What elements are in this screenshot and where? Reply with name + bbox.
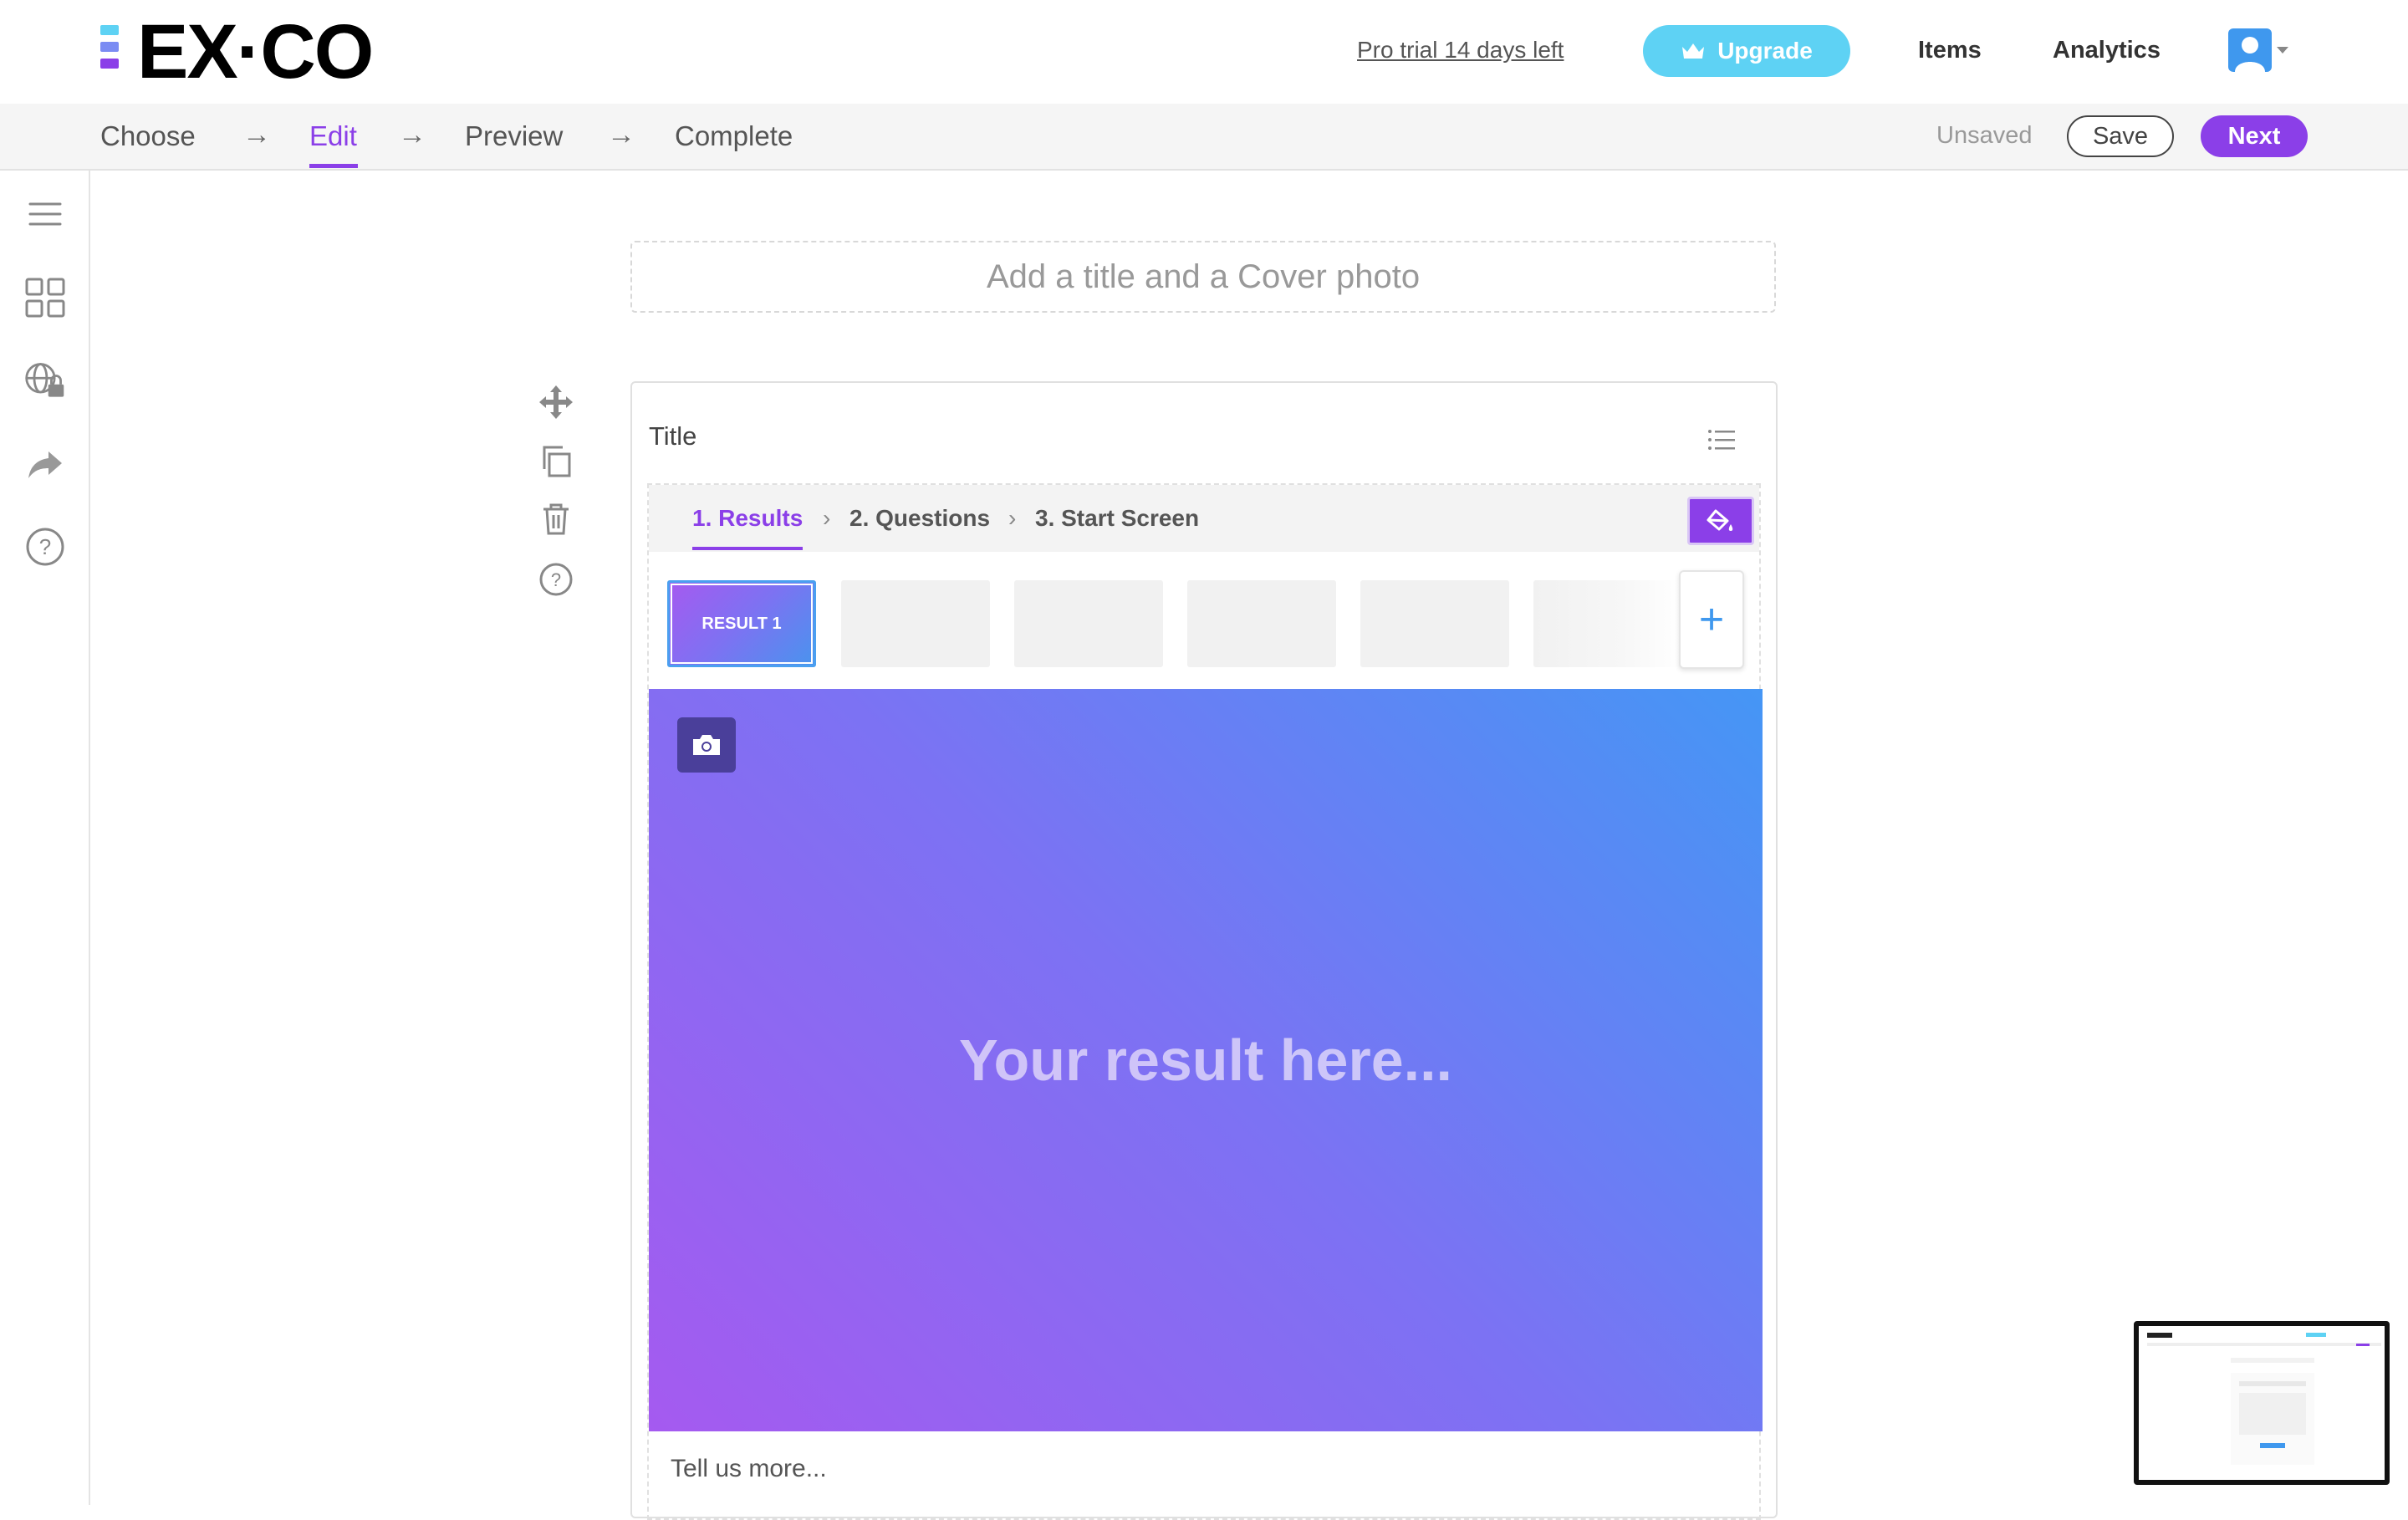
trash-icon[interactable] — [535, 498, 577, 540]
step-edit[interactable]: Edit — [309, 120, 357, 152]
tab-questions[interactable]: 2. Questions — [849, 505, 990, 532]
result-title-placeholder[interactable]: Your result here... — [649, 689, 1763, 1431]
result-thumbnail-empty — [1360, 580, 1509, 667]
save-button[interactable]: Save — [2067, 115, 2174, 157]
page-minimap[interactable] — [2134, 1321, 2390, 1485]
result-cover: Your result here... — [649, 689, 1763, 1431]
logo-mark — [100, 22, 134, 82]
exco-logo[interactable]: EX·CO — [100, 9, 374, 94]
left-sidebar: ? — [0, 171, 90, 1505]
chevron-right-icon: › — [1008, 505, 1017, 531]
nav-analytics[interactable]: Analytics — [2053, 37, 2161, 64]
list-icon[interactable] — [1707, 428, 1736, 451]
tab-start-screen[interactable]: 3. Start Screen — [1035, 505, 1199, 532]
result-thumbnail-empty — [1533, 580, 1682, 667]
card-title[interactable]: Title — [649, 421, 696, 451]
upgrade-label: Upgrade — [1717, 38, 1813, 64]
trial-link[interactable]: Pro trial 14 days left — [1357, 37, 1564, 64]
svg-text:?: ? — [551, 569, 561, 590]
chevron-down-icon — [2277, 47, 2288, 54]
step-arrow: → — [607, 119, 635, 150]
steps-bar: Choose → Edit → Preview → Complete Unsav… — [0, 104, 2408, 171]
step-arrow: → — [398, 119, 426, 150]
cover-placeholder[interactable]: Add a title and a Cover photo — [630, 241, 1776, 313]
result-thumbnail-empty — [841, 580, 990, 667]
result-thumbnail-empty — [1187, 580, 1336, 667]
camera-button[interactable] — [677, 717, 736, 773]
step-complete[interactable]: Complete — [675, 120, 793, 152]
step-active-indicator — [309, 164, 358, 168]
paint-bucket-icon — [1707, 509, 1733, 531]
editor-tabs: 1. Results › 2. Questions › 3. Start Scr… — [649, 485, 1759, 552]
step-choose[interactable]: Choose — [100, 120, 196, 152]
save-status: Unsaved — [1936, 122, 2033, 149]
user-icon — [2235, 37, 2265, 72]
svg-text:?: ? — [39, 534, 51, 559]
paint-bucket-button[interactable] — [1687, 497, 1754, 545]
chevron-right-icon: › — [823, 505, 831, 531]
nav-items[interactable]: Items — [1918, 37, 1982, 64]
duplicate-icon[interactable] — [535, 440, 577, 482]
tab-results[interactable]: 1. Results — [692, 505, 803, 532]
avatar — [2228, 28, 2272, 72]
crown-icon — [1682, 43, 1705, 59]
quiz-editor: 1. Results › 2. Questions › 3. Start Scr… — [647, 483, 1763, 1520]
result-thumbnail-empty — [1014, 580, 1163, 667]
quiz-card: Title 1. Results › 2. Questions › 3. Sta… — [630, 381, 1778, 1520]
result-description-input[interactable]: Tell us more... — [671, 1455, 827, 1483]
upgrade-button[interactable]: Upgrade — [1643, 25, 1850, 77]
camera-icon — [693, 735, 720, 755]
tab-active-indicator — [692, 547, 803, 550]
grid-icon[interactable] — [23, 276, 67, 319]
share-icon[interactable] — [23, 443, 67, 487]
result-thumbnails: RESULT 1 + — [649, 552, 1759, 686]
step-preview[interactable]: Preview — [465, 120, 563, 152]
help-icon[interactable]: ? — [23, 525, 67, 569]
add-result-button[interactable]: + — [1679, 570, 1744, 669]
user-menu[interactable] — [2228, 28, 2288, 72]
move-icon[interactable] — [535, 381, 577, 423]
logo-text: EX·CO — [137, 9, 374, 94]
help-icon[interactable]: ? — [535, 559, 577, 600]
result-thumbnail-1[interactable]: RESULT 1 — [667, 580, 816, 667]
top-header: EX·CO Pro trial 14 days left Upgrade Ite… — [0, 0, 2408, 104]
globe-lock-icon[interactable] — [23, 360, 67, 403]
step-arrow: → — [242, 119, 271, 150]
menu-icon[interactable] — [23, 192, 67, 236]
next-button[interactable]: Next — [2201, 115, 2308, 157]
